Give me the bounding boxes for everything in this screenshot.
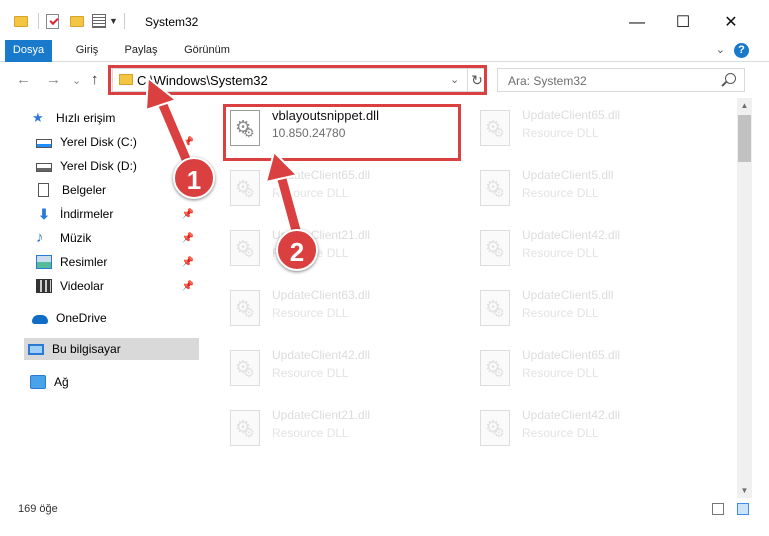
arrow-2-head [264,150,299,184]
arrow-1-head [144,76,179,112]
step-2-badge: 2 [276,229,318,271]
annotation-arrows [144,76,307,252]
step-1-badge: 1 [173,157,215,199]
